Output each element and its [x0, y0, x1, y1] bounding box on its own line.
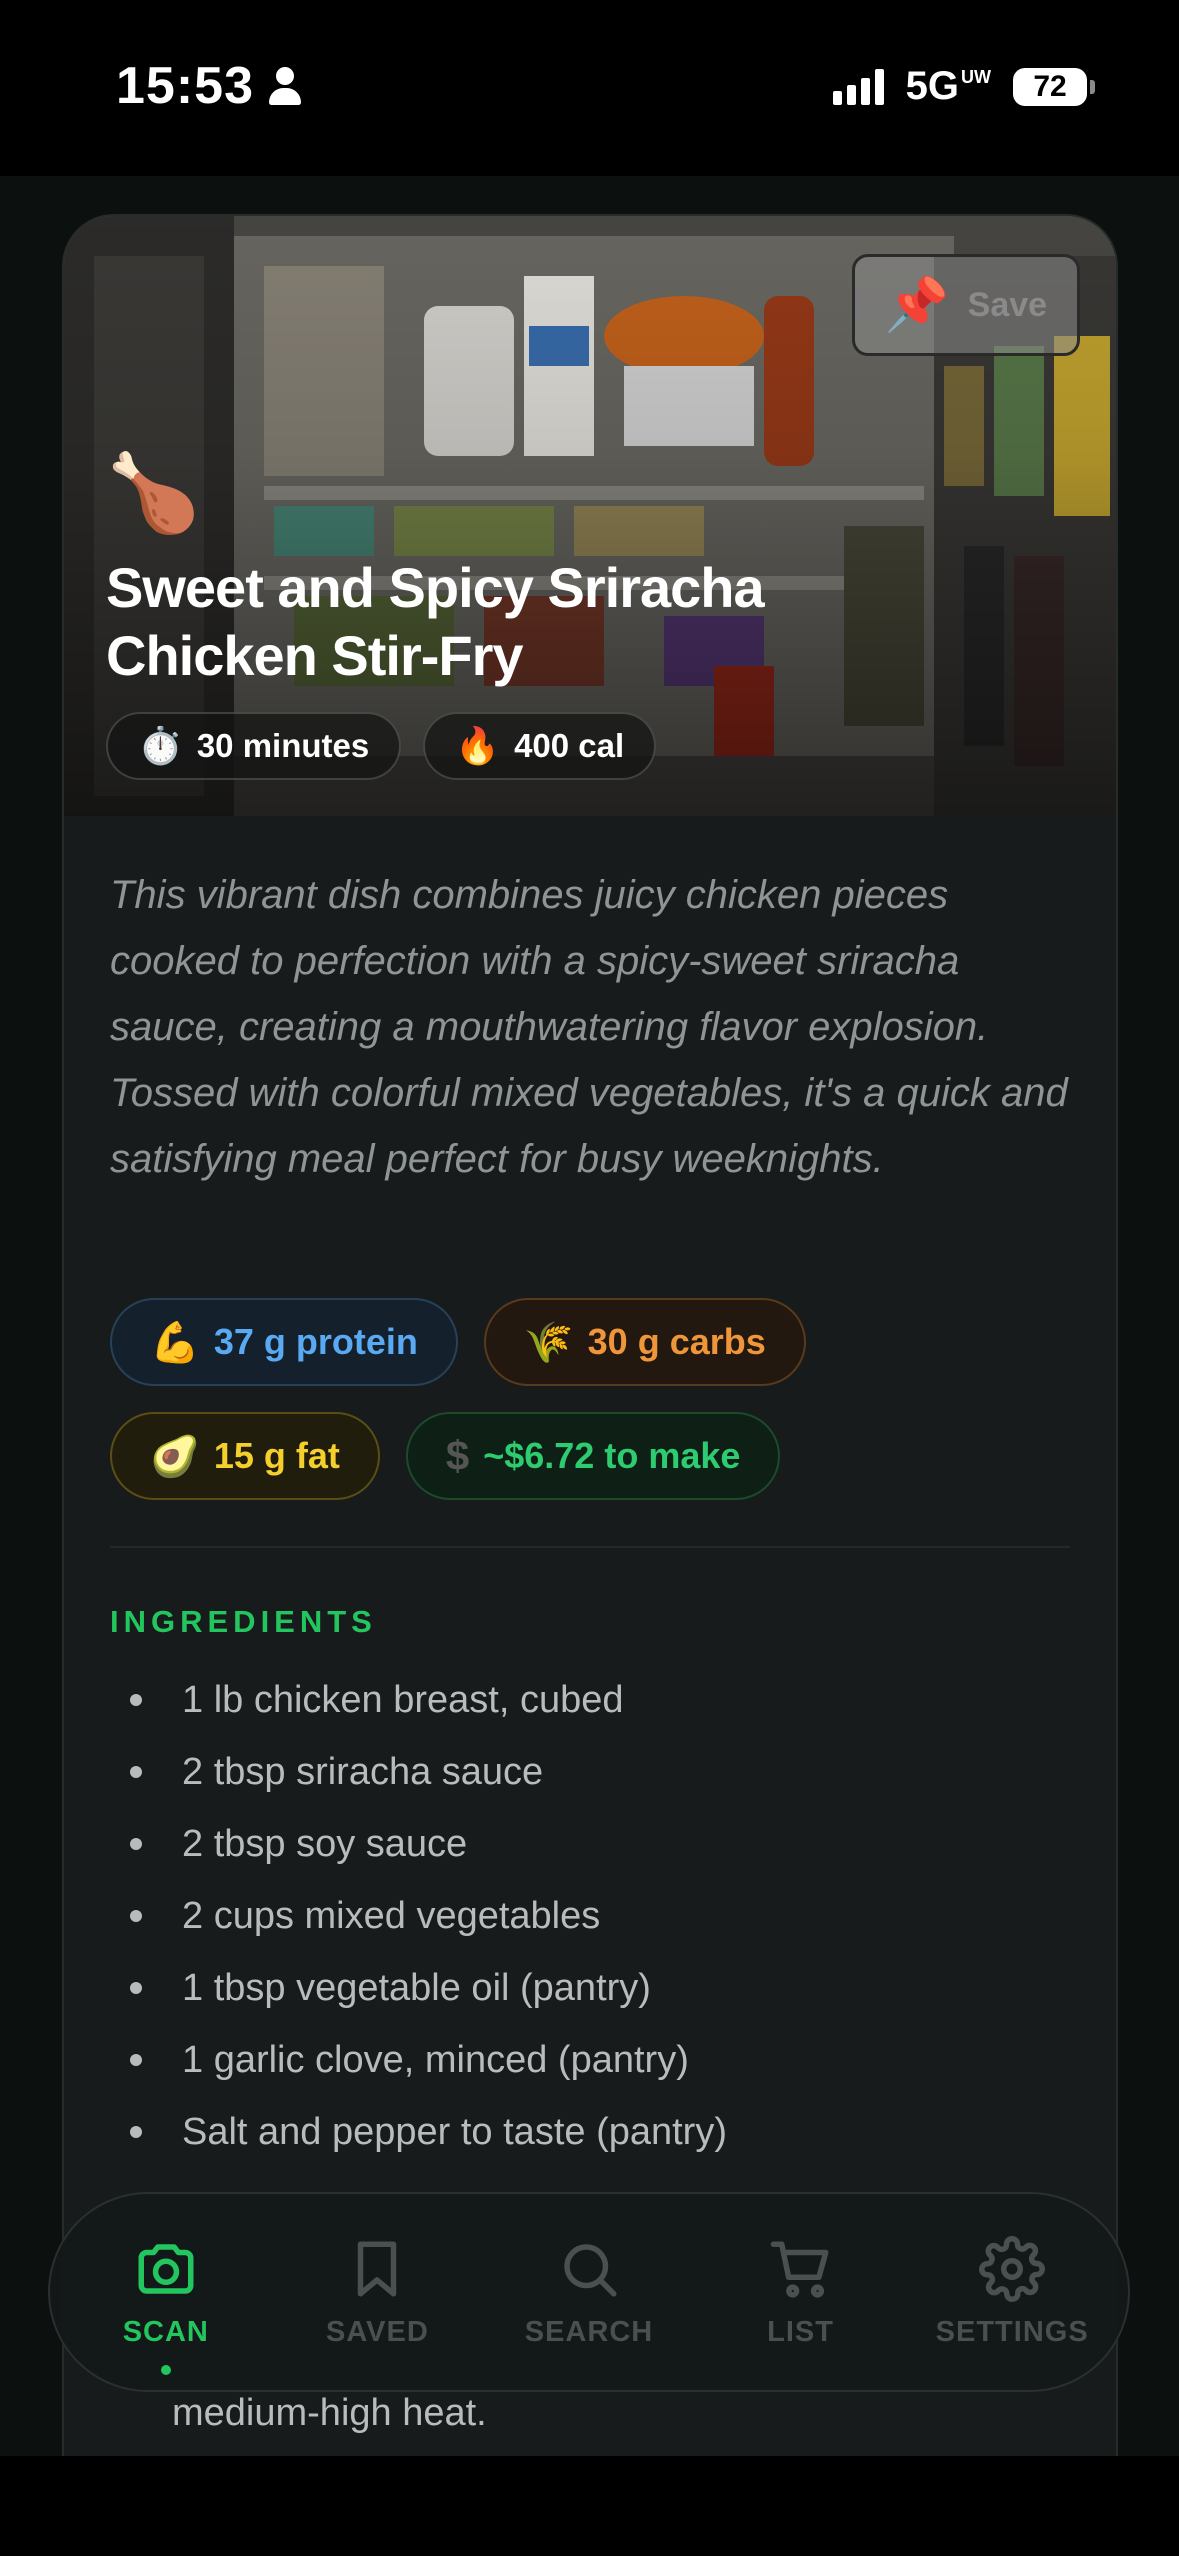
status-bar: 15:53 5G UW 72 [0, 0, 1179, 176]
fat-badge: 🥑 15 g fat [110, 1412, 380, 1500]
active-indicator [160, 2364, 171, 2375]
avocado-icon: 🥑 [150, 1434, 200, 1479]
calories-label: 400 cal [514, 727, 625, 764]
save-label: Save [967, 285, 1048, 324]
carbs-label: 30 g carbs [587, 1321, 766, 1362]
battery-icon: 72 [1013, 67, 1095, 106]
ingredient-item: 1 lb chicken breast, cubed [112, 1664, 1072, 1736]
drumstick-icon: 🍗 [106, 451, 201, 536]
tab-label: SETTINGS [935, 2315, 1089, 2348]
tab-label: SAVED [326, 2315, 429, 2348]
search-icon [564, 2243, 617, 2296]
bullet-icon [130, 1766, 142, 1778]
cart-icon [770, 2241, 829, 2298]
ingredients-heading: INGREDIENTS [110, 1604, 377, 1639]
pin-icon: 📌 [884, 276, 950, 334]
fire-icon: 🔥 [455, 725, 501, 766]
tab-label: SEARCH [524, 2315, 654, 2348]
bullet-icon [130, 1694, 142, 1706]
tab-saved[interactable]: SAVED [277, 2236, 477, 2349]
bullet-icon [130, 2054, 142, 2066]
tab-search[interactable]: SEARCH [489, 2236, 689, 2349]
tab-label: SCAN [122, 2315, 209, 2348]
ingredient-text: 1 garlic clove, minced (pantry) [182, 2038, 689, 2081]
person-icon [268, 67, 302, 105]
protein-badge: 💪 37 g protein [110, 1298, 458, 1386]
recipe-description: This vibrant dish combines juicy chicken… [110, 873, 1068, 1181]
ingredient-text: 2 tbsp soy sauce [182, 1822, 468, 1865]
network-indicator: 5G UW [906, 64, 991, 109]
wheat-icon: 🌾 [523, 1320, 574, 1365]
ingredients-list: 1 lb chicken breast, cubed 2 tbsp srirach… [112, 1664, 1072, 2168]
ingredient-item: 2 tbsp soy sauce [112, 1808, 1072, 1880]
home-indicator-area [0, 2456, 1179, 2556]
ingredient-item: 1 garlic clove, minced (pantry) [112, 2024, 1072, 2096]
ingredient-item: 1 tbsp vegetable oil (pantry) [112, 1952, 1072, 2024]
recipe-meta: ⏱️ 30 minutes 🔥 400 cal [106, 712, 657, 780]
ingredient-text: 1 tbsp vegetable oil (pantry) [182, 1966, 651, 2009]
save-button[interactable]: 📌 Save [852, 254, 1080, 356]
cost-label: ~$6.72 to make [483, 1435, 741, 1476]
ingredient-text: 1 lb chicken breast, cubed [182, 1678, 624, 1721]
fat-label: 15 g fat [213, 1435, 340, 1476]
network-label: 5G [905, 64, 959, 108]
tab-settings[interactable]: SETTINGS [912, 2235, 1112, 2349]
bullet-icon [130, 1982, 142, 1994]
bottom-tab-bar: SCAN SAVED SEARCH LIST SETTINGS [48, 2192, 1130, 2392]
macro-badges: 💪 37 g protein 🌾 30 g carbs 🥑 15 g fat $… [110, 1298, 1090, 1500]
divider [110, 1546, 1070, 1548]
status-indicators: 5G UW 72 [832, 64, 1095, 109]
cost-badge: $ ~$6.72 to make [405, 1412, 781, 1500]
tab-scan[interactable]: SCAN [66, 2236, 266, 2375]
ingredient-text: 2 cups mixed vegetables [182, 1894, 601, 1937]
bullet-icon [130, 1838, 142, 1850]
ingredient-text: Salt and pepper to taste (pantry) [182, 2110, 727, 2153]
camera-icon [138, 2243, 194, 2294]
muscle-icon: 💪 [150, 1320, 200, 1365]
recipe-title: Sweet and Spicy Sriracha Chicken Stir-Fr… [106, 556, 765, 687]
dollar-icon: $ [445, 1432, 470, 1479]
gear-icon [979, 2235, 1046, 2302]
stopwatch-icon: ⏱️ [138, 725, 183, 766]
ingredient-item: 2 cups mixed vegetables [112, 1880, 1072, 1952]
bullet-icon [130, 2126, 142, 2138]
ingredient-text: 2 tbsp sriracha sauce [182, 1750, 544, 1793]
bullet-icon [130, 1910, 142, 1922]
clock: 15:53 [116, 57, 254, 115]
ingredient-item: 2 tbsp sriracha sauce [112, 1736, 1072, 1808]
bookmark-icon [358, 2241, 397, 2296]
battery-level: 72 [1033, 69, 1067, 103]
ingredient-item: Salt and pepper to taste (pantry) [112, 2096, 1072, 2168]
signal-icon [832, 68, 884, 105]
instruction-step-text: medium-high heat. [172, 2392, 487, 2434]
time-label: 30 minutes [196, 727, 370, 764]
tab-label: LIST [767, 2315, 834, 2348]
status-time: 15:53 [116, 56, 302, 116]
hero-image: 📌 Save 🍗 Sweet and Spicy Sriracha Chicke… [64, 216, 1116, 816]
network-suffix: UW [961, 67, 991, 87]
time-badge: ⏱️ 30 minutes [106, 712, 402, 780]
protein-label: 37 g protein [213, 1321, 418, 1362]
calories-badge: 🔥 400 cal [423, 712, 657, 780]
carbs-badge: 🌾 30 g carbs [483, 1298, 806, 1386]
tab-list[interactable]: LIST [701, 2236, 901, 2349]
